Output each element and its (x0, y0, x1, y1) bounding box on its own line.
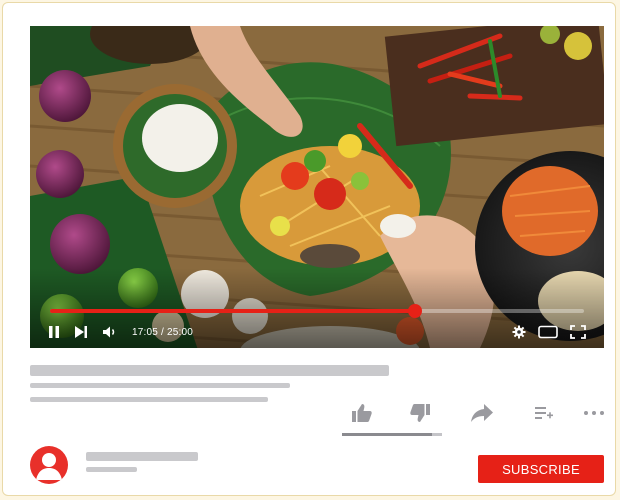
video-title-placeholder (30, 365, 389, 376)
like-dislike-ratio-bar (342, 433, 442, 436)
time-display: 17:05 / 25:00 (132, 327, 193, 338)
next-icon[interactable] (74, 325, 88, 339)
player-controls: 17:05 / 25:00 (48, 322, 586, 342)
video-description-line-2 (30, 397, 268, 402)
current-time: 17:05 (132, 326, 159, 338)
thumbs-down-icon[interactable] (402, 398, 438, 428)
subscriber-count-placeholder (86, 467, 137, 472)
progress-bar[interactable] (50, 304, 584, 318)
time-separator: / (158, 326, 167, 338)
player-right-controls (500, 325, 586, 339)
volume-icon[interactable] (102, 325, 118, 339)
share-icon[interactable] (464, 398, 500, 428)
fullscreen-icon[interactable] (570, 325, 586, 339)
subscribe-button[interactable]: SUBSCRIBE (478, 455, 604, 483)
more-icon[interactable] (576, 398, 612, 428)
video-description-line-1 (30, 383, 290, 388)
video-player[interactable]: 17:05 / 25:00 (30, 26, 604, 348)
user-avatar-icon[interactable] (30, 446, 68, 484)
progress-played (50, 309, 415, 313)
thumbs-up-icon[interactable] (344, 398, 380, 428)
duration: 25:00 (166, 326, 193, 338)
like-ratio-fill (342, 433, 432, 436)
pause-icon[interactable] (48, 325, 60, 339)
add-to-playlist-icon[interactable] (526, 398, 562, 428)
progress-scrubber[interactable] (407, 304, 422, 318)
video-actions (340, 398, 610, 428)
channel-name-placeholder (86, 452, 198, 461)
gear-icon[interactable] (512, 325, 526, 339)
miniplayer-icon[interactable] (538, 325, 558, 339)
